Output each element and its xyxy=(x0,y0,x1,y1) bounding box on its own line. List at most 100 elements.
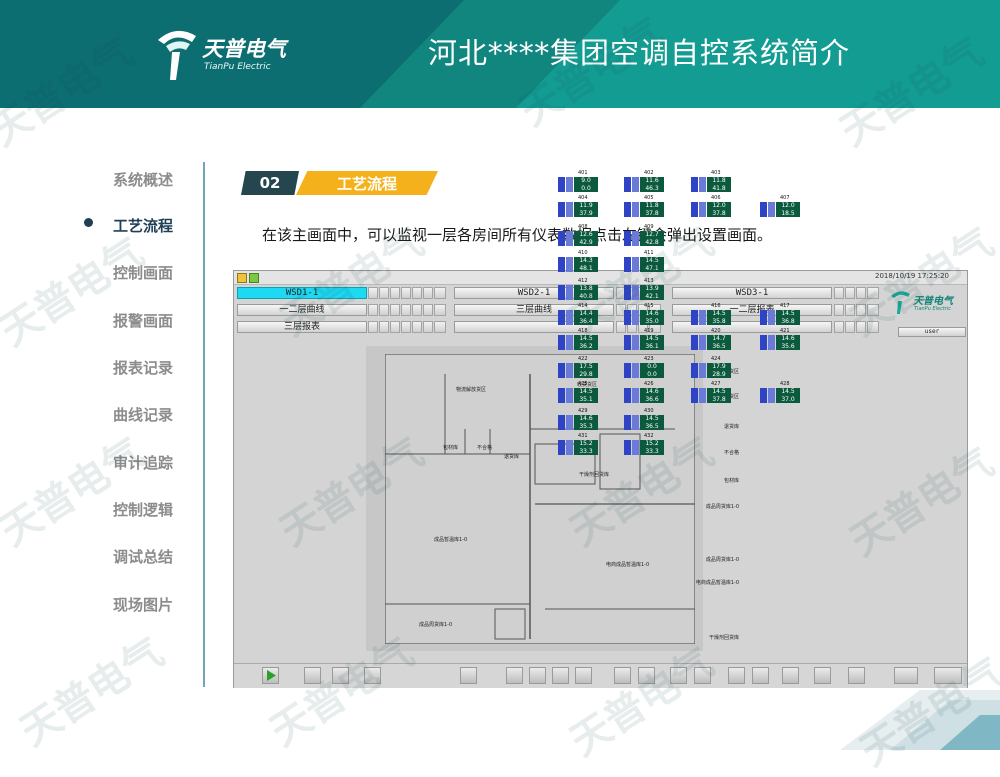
nav-cell[interactable] xyxy=(856,304,866,316)
meter-readout[interactable]: 12.0 18.5 xyxy=(760,202,800,217)
nav-button-wsd1-1[interactable]: WSD1-1 xyxy=(237,287,367,299)
meter-readout[interactable]: 15.2 33.3 xyxy=(558,440,598,455)
sidebar-item-alarm-screen[interactable]: 报警画面 xyxy=(113,310,173,331)
document-icon[interactable] xyxy=(364,667,381,684)
nav-cell[interactable] xyxy=(379,304,389,316)
meter-readout[interactable]: 14.6 35.3 xyxy=(558,415,598,430)
nav-button-wsd3-1[interactable]: WSD3-1 xyxy=(672,287,832,299)
save-icon[interactable] xyxy=(728,667,745,684)
meter-readout[interactable]: 14.5 36.8 xyxy=(760,310,800,325)
nav-cell[interactable] xyxy=(834,321,844,333)
meter-readout[interactable]: 14.5 36.1 xyxy=(624,335,664,350)
nav-cell[interactable] xyxy=(856,287,866,299)
confirm-icon[interactable] xyxy=(934,667,962,684)
print-icon[interactable] xyxy=(752,667,769,684)
meter-readout[interactable]: 14.5 37.8 xyxy=(691,388,731,403)
arrow-right-icon[interactable] xyxy=(575,667,592,684)
scada-home-icon[interactable] xyxy=(249,273,259,283)
nav-cell[interactable] xyxy=(390,321,400,333)
sidebar-item-control-screen[interactable]: 控制画面 xyxy=(113,262,173,283)
import-icon[interactable] xyxy=(694,667,711,684)
meter-readout[interactable]: 14.7 36.5 xyxy=(691,335,731,350)
nav-cell[interactable] xyxy=(368,287,378,299)
arrow-down-icon[interactable] xyxy=(552,667,569,684)
nav-cell[interactable] xyxy=(412,304,422,316)
sound-icon[interactable] xyxy=(894,667,918,684)
meter-readout[interactable]: 13.9 42.1 xyxy=(624,285,664,300)
meter-readout[interactable]: 14.5 36.5 xyxy=(624,415,664,430)
meter-readout[interactable]: 14.4 36.4 xyxy=(558,310,598,325)
forward-icon[interactable] xyxy=(638,667,655,684)
nav-cell[interactable] xyxy=(423,287,433,299)
meter-readout[interactable]: 11.6 46.3 xyxy=(624,177,664,192)
meter-readout[interactable]: 14.6 36.6 xyxy=(624,388,664,403)
nav-cell[interactable] xyxy=(379,287,389,299)
sidebar-item-debug-summary[interactable]: 调试总结 xyxy=(113,546,173,567)
sidebar-item-control-logic[interactable]: 控制逻辑 xyxy=(113,499,173,520)
meter-readout[interactable]: 9.0 0.0 xyxy=(558,177,598,192)
nav-scroll-icon[interactable] xyxy=(434,321,446,333)
nav-cell[interactable] xyxy=(401,321,411,333)
meter-readout[interactable]: 11.9 37.9 xyxy=(558,202,598,217)
sidebar-item-audit-trail[interactable]: 审计追踪 xyxy=(113,452,173,473)
sidebar-item-curve-records[interactable]: 曲线记录 xyxy=(113,404,173,425)
nav-cell[interactable] xyxy=(390,304,400,316)
nav-cell[interactable] xyxy=(845,304,855,316)
nav-scroll-icon[interactable] xyxy=(434,287,446,299)
meter-readout[interactable]: 14.6 35.6 xyxy=(760,335,800,350)
sidebar-item-overview[interactable]: 系统概述 xyxy=(113,169,173,190)
nav-cell[interactable] xyxy=(423,304,433,316)
sidebar-item-site-photos[interactable]: 现场图片 xyxy=(113,594,173,615)
nav-button-floor3-report[interactable]: 三层报表 xyxy=(237,321,367,333)
nav-scroll-icon[interactable] xyxy=(867,287,879,299)
sidebar-item-process-flow[interactable]: 工艺流程 xyxy=(113,215,173,236)
meter-readout[interactable]: 12.7 42.8 xyxy=(624,231,664,246)
nav-cell[interactable] xyxy=(412,287,422,299)
meter-readout[interactable]: 17.9 28.9 xyxy=(691,363,731,378)
meter-readout[interactable]: 17.5 29.8 xyxy=(558,363,598,378)
meter-readout[interactable]: 14.3 48.1 xyxy=(558,257,598,272)
nav-cell[interactable] xyxy=(834,304,844,316)
meter-readout[interactable]: 14.6 35.0 xyxy=(624,310,664,325)
meter-readout[interactable]: 12.0 37.8 xyxy=(691,202,731,217)
arrow-left-icon[interactable] xyxy=(506,667,523,684)
meter-readout[interactable]: 14.5 37.0 xyxy=(760,388,800,403)
meter-readout[interactable]: 12.6 42.9 xyxy=(558,231,598,246)
nav-button-floor12-curve[interactable]: 一二层曲线 xyxy=(237,304,367,316)
meter-readout[interactable]: 14.5 47.1 xyxy=(624,257,664,272)
folder-icon[interactable] xyxy=(332,667,349,684)
settings-icon[interactable] xyxy=(304,667,321,684)
meter-readout[interactable]: 15.2 33.3 xyxy=(624,440,664,455)
nav-cell[interactable] xyxy=(368,304,378,316)
keyboard-icon[interactable] xyxy=(814,667,831,684)
sidebar-item-report-records[interactable]: 报表记录 xyxy=(113,357,173,378)
delete-icon[interactable] xyxy=(782,667,799,684)
meter-readout[interactable]: 11.8 41.8 xyxy=(691,177,731,192)
nav-cell[interactable] xyxy=(401,287,411,299)
meter-readout[interactable]: 14.5 36.2 xyxy=(558,335,598,350)
arrow-up-icon[interactable] xyxy=(529,667,546,684)
nav-cell[interactable] xyxy=(845,287,855,299)
nav-cell[interactable] xyxy=(368,321,378,333)
nav-cell[interactable] xyxy=(856,321,866,333)
meter-readout[interactable]: 0.0 0.0 xyxy=(624,363,664,378)
meter-readout[interactable]: 14.5 35.1 xyxy=(558,388,598,403)
refresh-icon[interactable] xyxy=(460,667,477,684)
meter-readout[interactable]: 14.5 35.8 xyxy=(691,310,731,325)
nav-cell[interactable] xyxy=(423,321,433,333)
nav-cell[interactable] xyxy=(834,287,844,299)
nav-cell[interactable] xyxy=(390,287,400,299)
nav-cell[interactable] xyxy=(845,321,855,333)
nav-scroll-icon[interactable] xyxy=(434,304,446,316)
play-icon[interactable] xyxy=(262,667,279,684)
meter-readout[interactable]: 13.8 40.8 xyxy=(558,285,598,300)
nav-cell[interactable] xyxy=(412,321,422,333)
nav-scroll-icon[interactable] xyxy=(867,304,879,316)
user-field[interactable]: user xyxy=(898,327,966,337)
help-icon[interactable] xyxy=(848,667,865,684)
nav-cell[interactable] xyxy=(379,321,389,333)
meter-readout[interactable]: 11.8 37.8 xyxy=(624,202,664,217)
export-icon[interactable] xyxy=(670,667,687,684)
nav-scroll-icon[interactable] xyxy=(867,321,879,333)
back-icon[interactable] xyxy=(614,667,631,684)
